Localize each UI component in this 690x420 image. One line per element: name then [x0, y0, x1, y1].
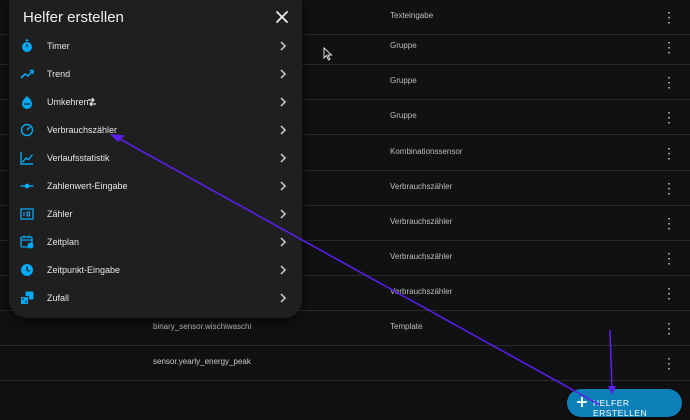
swap-badge-icon: [88, 97, 96, 107]
helper-option-label: Verbrauchszähler: [47, 125, 118, 135]
chevron-right-icon: [280, 237, 287, 247]
helper-option-label: Timer: [47, 41, 70, 51]
chevron-right-icon: [280, 69, 287, 79]
schedule-icon: [20, 235, 34, 249]
chevron-right-icon: [280, 153, 287, 163]
helper-option-label: Zeitplan: [47, 237, 80, 247]
row-menu-button[interactable]: ⋮: [662, 36, 676, 58]
helper-type: Kombinationssensor: [390, 147, 463, 156]
row-menu-button[interactable]: ⋮: [662, 212, 676, 234]
chevron-right-icon: [280, 125, 287, 135]
history-stats-icon: [20, 152, 34, 165]
helper-type: Gruppe: [390, 111, 417, 120]
row-menu-button[interactable]: ⋮: [662, 352, 676, 374]
random-icon: [20, 291, 34, 305]
row-menu-button[interactable]: ⋮: [662, 282, 676, 304]
row-menu-button[interactable]: ⋮: [662, 106, 676, 128]
row-menu-button[interactable]: ⋮: [662, 71, 676, 93]
chevron-right-icon: [280, 97, 287, 107]
helper-option-label: Zeitpunkt-Eingabe: [47, 265, 121, 275]
counter-icon: [20, 208, 34, 220]
row-menu-button[interactable]: ⋮: [662, 247, 676, 269]
entity-id: binary_sensor.wischiwaschi: [153, 322, 252, 331]
helper-type: Verbrauchszähler: [390, 252, 453, 261]
helper-option-random[interactable]: Zufall: [9, 285, 302, 313]
helper-type: Template: [390, 322, 423, 331]
row-menu-button[interactable]: ⋮: [662, 6, 676, 28]
helper-type: Verbrauchszähler: [390, 182, 453, 191]
chevron-right-icon: [280, 41, 287, 51]
helper-option-counter[interactable]: Zähler: [9, 201, 302, 229]
helper-type: Texteingabe: [390, 11, 434, 20]
datetime-input-icon: [21, 264, 33, 276]
helper-option-number-input[interactable]: Zahlenwert-Eingabe: [9, 173, 302, 201]
row-menu-button[interactable]: ⋮: [662, 317, 676, 339]
helper-type: Gruppe: [390, 41, 417, 50]
helper-type: Verbrauchszähler: [390, 287, 453, 296]
helper-type: Gruppe: [390, 76, 417, 85]
helper-option-schedule[interactable]: Zeitplan: [9, 229, 302, 257]
helper-option-label: Umkehren: [47, 97, 89, 107]
helper-option-label: Zähler: [47, 209, 73, 219]
timer-icon: [22, 39, 32, 52]
table-row[interactable]: sensor.yearly_energy_peak ⋮: [0, 346, 690, 381]
row-menu-button[interactable]: ⋮: [662, 177, 676, 199]
dialog-title: Helfer erstellen: [23, 9, 124, 26]
invert-icon: [22, 96, 32, 109]
close-icon[interactable]: [275, 10, 289, 24]
create-helper-dialog: Helfer erstellen Timer Trend Umkehren Ve…: [9, 0, 302, 318]
helper-option-label: Verlaufsstatistik: [47, 153, 110, 163]
helper-option-invert[interactable]: Umkehren: [9, 89, 302, 117]
entity-id: sensor.yearly_energy_peak: [153, 357, 251, 366]
chevron-right-icon: [280, 181, 287, 191]
helper-option-label: Zufall: [47, 293, 70, 303]
chevron-right-icon: [280, 265, 287, 275]
row-menu-button[interactable]: ⋮: [662, 142, 676, 164]
create-helper-button[interactable]: HELFER ERSTELLEN: [567, 389, 682, 418]
helper-option-history-stats[interactable]: Verlaufsstatistik: [9, 145, 302, 173]
helper-option-label: Zahlenwert-Eingabe: [47, 181, 128, 191]
trend-icon: [20, 69, 34, 79]
mouse-cursor-icon: [323, 47, 333, 61]
chevron-right-icon: [280, 209, 287, 219]
helper-option-timer[interactable]: Timer: [9, 33, 302, 61]
helper-option-utility-meter[interactable]: Verbrauchszähler: [9, 117, 302, 145]
utility-meter-icon: [20, 123, 34, 137]
helper-option-trend[interactable]: Trend: [9, 61, 302, 89]
create-helper-button-label: HELFER ERSTELLEN: [593, 398, 648, 418]
helper-type: Verbrauchszähler: [390, 217, 453, 226]
helper-option-datetime-input[interactable]: Zeitpunkt-Eingabe: [9, 257, 302, 285]
helper-option-label: Trend: [47, 69, 71, 79]
number-input-icon: [20, 183, 34, 189]
plus-icon: [577, 397, 587, 407]
chevron-right-icon: [280, 293, 287, 303]
